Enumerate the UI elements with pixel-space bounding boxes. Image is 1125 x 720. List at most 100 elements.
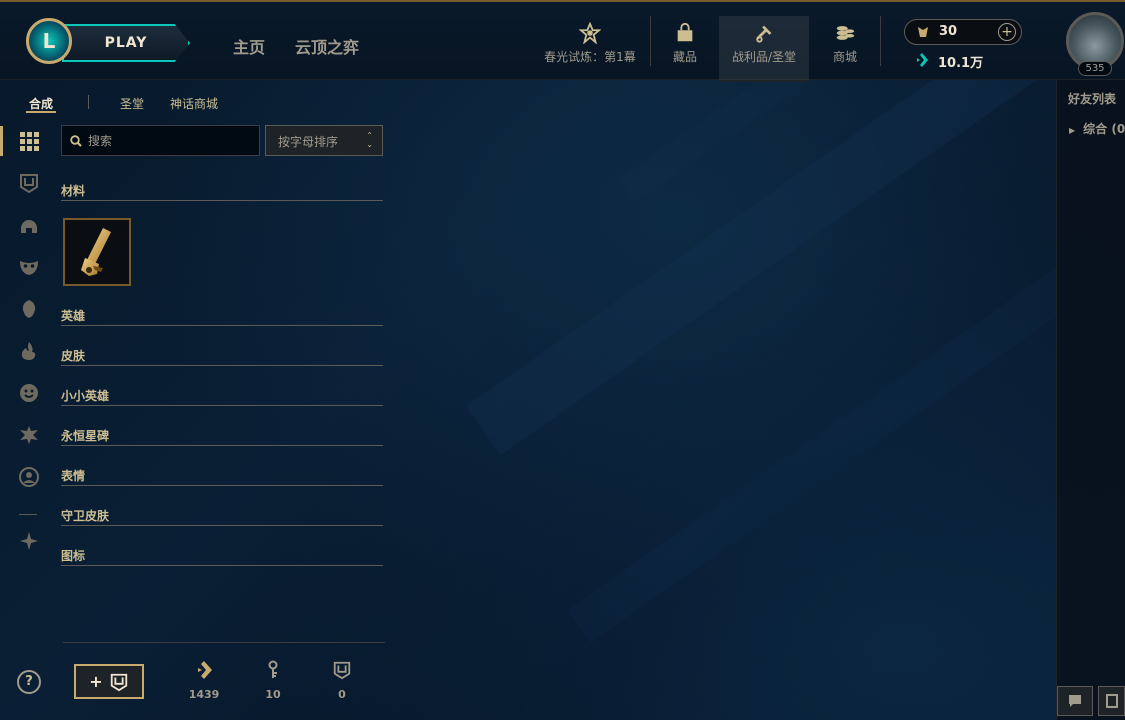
category-little-legends[interactable]: 小小英雄 [61, 387, 383, 406]
mask-icon[interactable] [18, 256, 40, 278]
chat-button[interactable] [1057, 686, 1093, 716]
search-input[interactable] [88, 131, 253, 151]
category-label: 表情 [61, 469, 86, 483]
orange-essence-value: 1439 [188, 688, 220, 701]
chest-icon [110, 673, 127, 691]
loot-item-hextech-key[interactable] [63, 218, 131, 286]
rp-value: 30 [939, 24, 958, 39]
chest-counter: 0 [322, 660, 362, 701]
grid-icon[interactable] [18, 130, 40, 152]
divider [880, 16, 881, 66]
friends-panel: 好友列表 ▶ 综合 (0 [1056, 80, 1125, 720]
key-icon [268, 660, 278, 678]
event-pass-button[interactable]: 春光试炼：第1幕 [540, 16, 640, 82]
tab-mythic-shop[interactable]: 神话商城 [170, 95, 218, 112]
help-button[interactable]: ? [17, 670, 41, 694]
category-label: 图标 [61, 549, 86, 563]
store-label: 商城 [832, 50, 857, 64]
divider [61, 485, 383, 486]
orange-essence-counter: 1439 [184, 660, 224, 701]
rail-active-indicator [0, 126, 3, 156]
category-eternals[interactable]: 永恒星碑 [61, 427, 383, 446]
category-label: 英雄 [61, 309, 86, 323]
rp-icon [918, 27, 928, 37]
divider [61, 405, 383, 406]
key-fragment-value: 10 [265, 688, 281, 701]
chat-bubble-icon [1069, 695, 1081, 707]
category-label: 守卫皮肤 [61, 509, 110, 523]
store-button[interactable]: 商城 [820, 16, 870, 82]
active-tab-indicator [26, 111, 56, 113]
play-button[interactable]: PLAY [62, 24, 190, 62]
chest-icon [333, 661, 351, 680]
collection-bag-icon [677, 22, 693, 42]
blue-essence-icon [917, 53, 928, 67]
nav-home[interactable]: 主页 [233, 34, 265, 58]
notes-icon [1105, 694, 1118, 708]
divider [63, 642, 385, 643]
category-materials[interactable]: 材料 [61, 182, 383, 201]
smiley-icon[interactable] [18, 382, 40, 404]
collection-button[interactable]: 藏品 [660, 16, 710, 82]
tab-crafting[interactable]: 合成 [29, 95, 53, 112]
category-icons[interactable]: 图标 [61, 547, 383, 566]
event-pass-label: 春光试炼：第1幕 [544, 50, 636, 64]
blue-essence-value: 10.1万 [938, 56, 984, 71]
friends-title: 好友列表 [1068, 92, 1117, 106]
divider [61, 200, 383, 201]
caret-right-icon: ▶ [1069, 126, 1076, 135]
store-coins-icon [836, 26, 855, 40]
category-label: 永恒星碑 [61, 429, 110, 443]
play-button-label: PLAY [104, 35, 148, 51]
chest-icon[interactable] [18, 172, 40, 194]
category-emotes[interactable]: 表情 [61, 467, 383, 486]
sort-arrows-icon: ⌃ ⌄ [366, 131, 373, 149]
friends-group-general[interactable]: ▶ 综合 (0 [1069, 120, 1125, 137]
category-champions[interactable]: 英雄 [61, 307, 383, 326]
nav-tft[interactable]: 云顶之弈 [295, 34, 359, 58]
category-ward-skins[interactable]: 守卫皮肤 [61, 507, 383, 526]
champion-head-icon[interactable] [18, 298, 40, 320]
profile-icon[interactable] [18, 466, 40, 488]
key-fragment-counter: 10 [253, 660, 293, 701]
league-logo-icon[interactable]: L [26, 18, 72, 64]
loot-icon [756, 25, 772, 43]
level-badge: 535 [1078, 61, 1112, 76]
divider [650, 16, 651, 66]
search-box [61, 125, 260, 156]
buy-rp-button[interactable]: + [998, 23, 1016, 41]
ward-icon[interactable] [18, 424, 40, 446]
loot-button[interactable]: 战利品/圣堂 [719, 16, 809, 82]
divider [61, 365, 383, 366]
divider [61, 525, 383, 526]
patch-notes-button[interactable] [1098, 686, 1125, 716]
search-icon [70, 135, 82, 147]
sort-label: 按字母排序 [278, 135, 339, 149]
helmet-icon[interactable] [18, 214, 40, 236]
friends-group-label: 综合 (0 [1083, 122, 1125, 136]
chest-value: 0 [338, 688, 346, 701]
rp-balance: 30 + [904, 19, 1022, 45]
sort-dropdown[interactable]: 按字母排序 ⌃ ⌄ [265, 125, 383, 156]
collection-label: 藏品 [672, 50, 697, 64]
essence-icon [198, 661, 212, 679]
divider [88, 95, 89, 109]
divider [61, 445, 383, 446]
tab-sanctum[interactable]: 圣堂 [120, 95, 144, 112]
divider [61, 325, 383, 326]
loot-screen: PLAY L 主页 云顶之弈 春光试炼：第1幕 藏品 战利品/圣堂 商城 30 … [0, 0, 1125, 720]
category-label: 材料 [61, 184, 86, 198]
category-skins[interactable]: 皮肤 [61, 347, 383, 366]
divider [19, 514, 37, 515]
category-label: 皮肤 [61, 349, 86, 363]
loot-label: 战利品/圣堂 [731, 50, 797, 64]
ornament-icon[interactable] [18, 530, 40, 552]
craft-chest-button[interactable]: + [74, 664, 144, 699]
flame-icon[interactable] [18, 340, 40, 362]
divider [61, 565, 383, 566]
hextech-key-icon [81, 228, 111, 276]
event-pass-icon [579, 22, 601, 44]
category-label: 小小英雄 [61, 389, 110, 403]
top-navigation-bar: PLAY L 主页 云顶之弈 春光试炼：第1幕 藏品 战利品/圣堂 商城 30 … [0, 0, 1125, 82]
plus-icon: + [89, 672, 103, 691]
